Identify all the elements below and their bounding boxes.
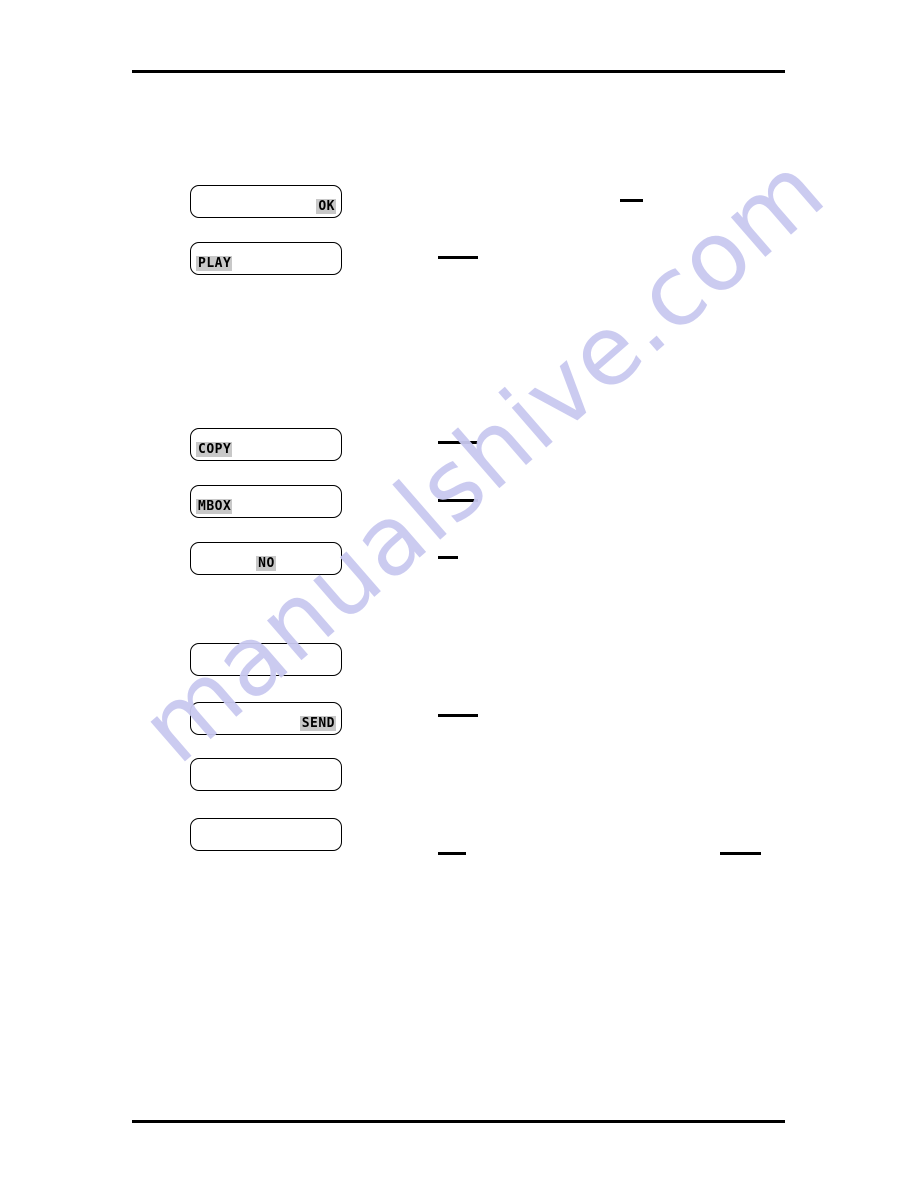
lcd-text-line: PLAY bbox=[196, 255, 336, 272]
dash-play bbox=[438, 256, 478, 259]
lcd-text-line: OK bbox=[196, 198, 336, 215]
lcd-display-play: PLAY bbox=[190, 242, 342, 275]
scanned-manual-page: OK PLAY COPY MBOX NO SEND manualshive.com bbox=[0, 0, 918, 1188]
lcd-text-line: NO bbox=[196, 555, 336, 572]
footer-rule bbox=[132, 1120, 785, 1123]
dash-copy bbox=[438, 441, 478, 444]
lcd-text-line: MBOX bbox=[196, 498, 336, 515]
dash-bottom-right bbox=[720, 852, 761, 855]
lcd-display-no: NO bbox=[190, 542, 342, 575]
dash-mbox bbox=[438, 499, 478, 502]
dash-send bbox=[438, 714, 478, 717]
lcd-highlighted-text: NO bbox=[256, 556, 276, 571]
lcd-highlighted-text: PLAY bbox=[196, 256, 233, 271]
lcd-text-line bbox=[196, 771, 336, 788]
lcd-display-blank-7 bbox=[190, 758, 342, 791]
dash-ok bbox=[620, 199, 643, 202]
lcd-display-mbox: MBOX bbox=[190, 485, 342, 518]
dash-no bbox=[438, 556, 458, 559]
lcd-text-line: SEND bbox=[196, 715, 336, 732]
lcd-text-line bbox=[196, 656, 336, 673]
lcd-highlighted-text: MBOX bbox=[196, 499, 233, 514]
watermark: manualshive.com bbox=[0, 0, 918, 1188]
dash-bottom-left bbox=[438, 852, 466, 855]
lcd-display-blank-8 bbox=[190, 818, 342, 851]
lcd-display-send: SEND bbox=[190, 702, 342, 735]
header-rule bbox=[132, 70, 785, 73]
lcd-display-copy: COPY bbox=[190, 428, 342, 461]
lcd-display-blank-5 bbox=[190, 643, 342, 676]
lcd-highlighted-text: COPY bbox=[196, 442, 233, 457]
lcd-highlighted-text: OK bbox=[316, 199, 336, 214]
lcd-text-line bbox=[196, 831, 336, 848]
lcd-highlighted-text: SEND bbox=[299, 716, 336, 731]
lcd-display-ok: OK bbox=[190, 185, 342, 218]
lcd-text-line: COPY bbox=[196, 441, 336, 458]
